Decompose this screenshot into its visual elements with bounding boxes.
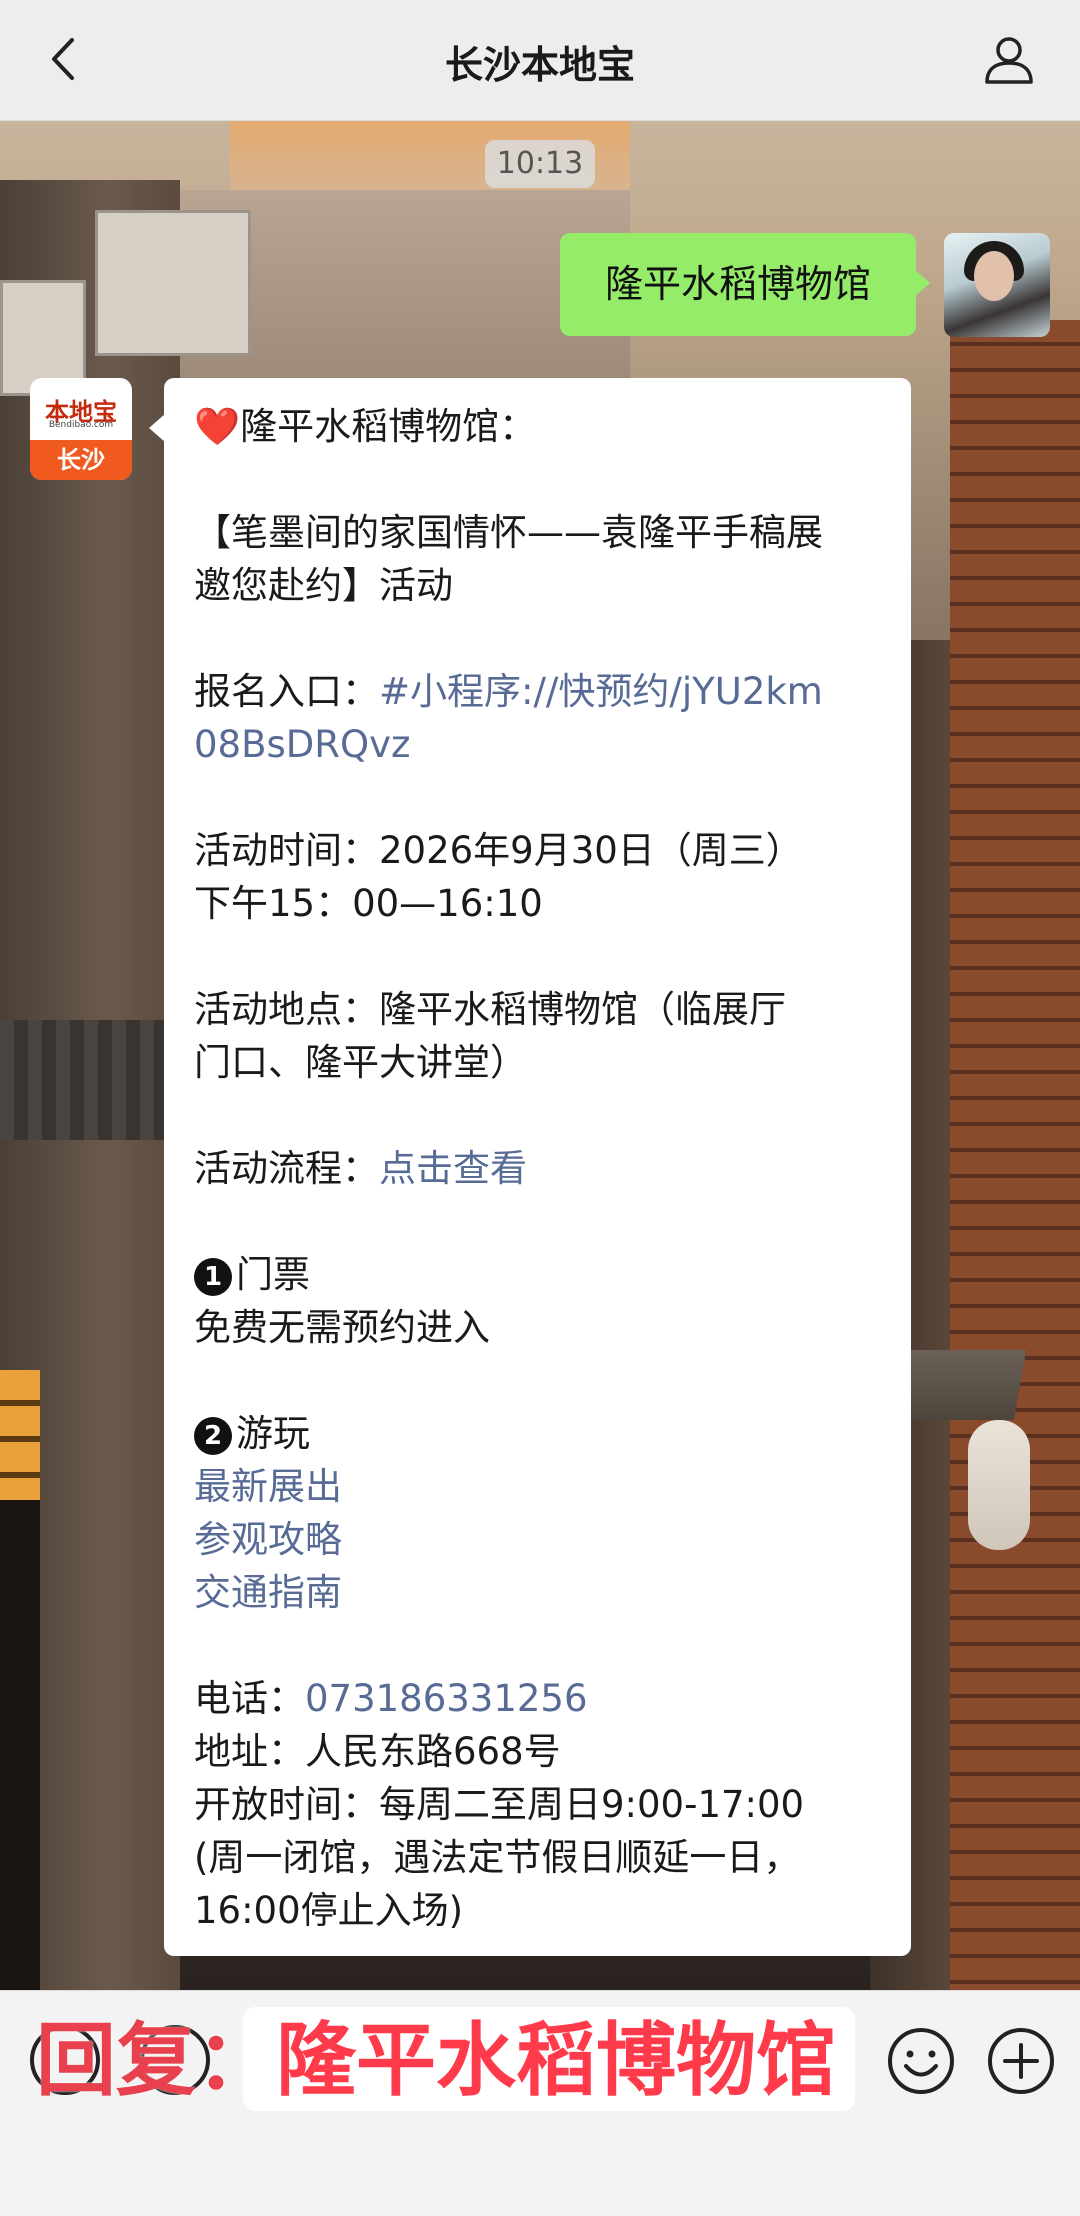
event-place-line2: 门口、隆平大讲堂） bbox=[194, 1041, 527, 1084]
sent-message-bubble[interactable]: 隆平水稻博物馆 bbox=[560, 233, 930, 336]
emoji-icon[interactable] bbox=[885, 2025, 957, 2097]
avatar-sub-text: Bendibao.com bbox=[48, 420, 114, 430]
signup-link-cont[interactable]: 08BsDRQvz bbox=[194, 718, 881, 771]
top-navigation-bar: 长沙本地宝 bbox=[0, 0, 1080, 121]
chat-title: 长沙本地宝 bbox=[444, 43, 635, 87]
event-title-line1: 【笔墨间的家国情怀——袁隆平手稿展 bbox=[194, 511, 823, 554]
person-icon[interactable] bbox=[982, 32, 1036, 86]
number-two-badge: 2 bbox=[194, 1416, 232, 1455]
transport-guide-link[interactable]: 交通指南 bbox=[194, 1566, 881, 1619]
bot-avatar[interactable]: 本地宝 Bendibao.com 长沙 bbox=[30, 378, 132, 480]
user-avatar[interactable] bbox=[944, 233, 1050, 337]
chat-input-bar: 回复：隆平水稻博物馆 bbox=[0, 1990, 1080, 2216]
message-timestamp: 10:13 bbox=[485, 140, 595, 188]
play-title: 游玩 bbox=[236, 1412, 310, 1455]
signup-link[interactable]: #小程序://快预约/jYU2km bbox=[379, 670, 823, 713]
reply-keyword: 隆平水稻博物馆 bbox=[276, 2014, 836, 2107]
address-text: 地址：人民东路668号 bbox=[194, 1730, 561, 1773]
hours-line1: 开放时间：每周二至周日9:00-17:00 bbox=[194, 1783, 805, 1826]
heart-icon: ❤️ bbox=[194, 405, 241, 448]
ticket-text: 免费无需预约进入 bbox=[194, 1306, 490, 1349]
received-message-bubble[interactable]: ❤️隆平水稻博物馆： 【笔墨间的家国情怀——袁隆平手稿展 邀您赴约】活动 报名入… bbox=[149, 378, 911, 1956]
flow-link[interactable]: 点击查看 bbox=[379, 1147, 527, 1190]
signup-label: 报名入口： bbox=[194, 670, 379, 713]
avatar-city-text: 长沙 bbox=[30, 440, 132, 480]
plus-icon[interactable] bbox=[985, 2025, 1057, 2097]
flow-label: 活动流程： bbox=[194, 1147, 379, 1190]
event-title-line2: 邀您赴约】活动 bbox=[194, 564, 453, 607]
hours-line3: 16:00停止入场) bbox=[194, 1889, 464, 1932]
phone-link[interactable]: 073186331256 bbox=[305, 1677, 588, 1720]
reply-prefix: 回复： bbox=[36, 2014, 276, 2107]
visit-guide-link[interactable]: 参观攻略 bbox=[194, 1513, 881, 1566]
phone-label: 电话： bbox=[194, 1677, 305, 1720]
latest-exhibits-link[interactable]: 最新展出 bbox=[194, 1460, 881, 1513]
hours-line2: (周一闭馆，遇法定节假日顺延一日， bbox=[194, 1836, 801, 1879]
reply-heading: 隆平水稻博物馆： bbox=[240, 405, 537, 448]
reply-hint-overlay: 回复：隆平水稻博物馆 bbox=[36, 2011, 856, 2111]
ticket-title: 门票 bbox=[236, 1253, 310, 1296]
event-time-line2: 下午15：00—16:10 bbox=[194, 882, 543, 925]
event-place-line1: 活动地点：隆平水稻博物馆（临展厅 bbox=[194, 988, 786, 1031]
number-one-badge: 1 bbox=[194, 1257, 232, 1296]
event-time-line1: 活动时间：2026年9月30日（周三） bbox=[194, 829, 803, 872]
